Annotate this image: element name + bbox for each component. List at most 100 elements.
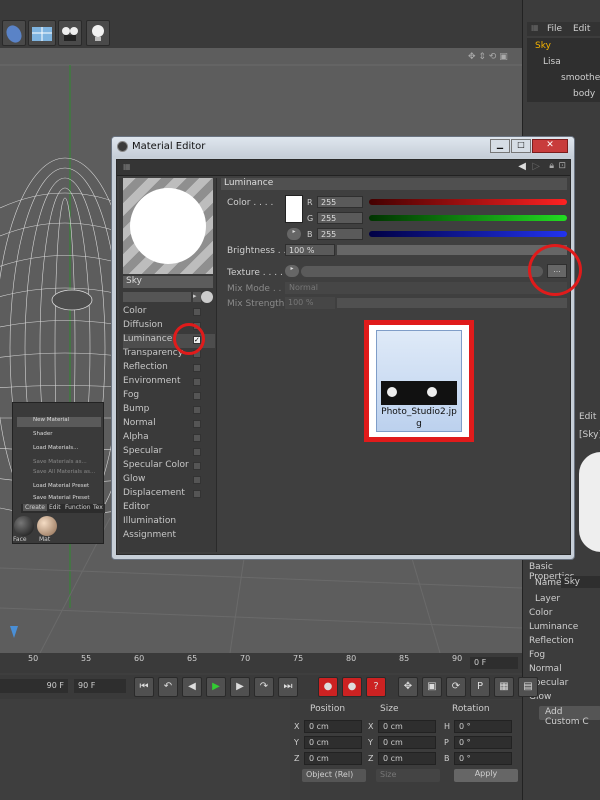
play-icon[interactable]: ▶ — [206, 677, 226, 697]
menu-file[interactable]: File — [547, 24, 562, 34]
tree-item-smoothed[interactable]: smoothed — [561, 73, 600, 83]
mix-strength-slider[interactable] — [337, 298, 567, 308]
menu-shader[interactable]: Shader — [17, 431, 101, 441]
channel-fog[interactable]: Fog — [123, 390, 215, 404]
channel-reflection[interactable]: Reflection — [123, 362, 215, 376]
color-swatch[interactable] — [285, 195, 303, 223]
forward-arrow-icon[interactable]: ▷ — [532, 161, 540, 172]
auto-key-icon[interactable]: ● — [342, 677, 362, 697]
rotation-field[interactable]: 0 ° — [454, 720, 512, 733]
b-slider[interactable] — [369, 231, 567, 237]
rotation-field[interactable]: 0 ° — [454, 752, 512, 765]
attributes-edit-menu[interactable]: Edit — [579, 412, 596, 422]
move-icon[interactable]: ✥ — [398, 677, 418, 697]
position-field[interactable]: 0 cm — [304, 736, 362, 749]
channel-checkbox[interactable] — [193, 476, 201, 484]
color-mode-button[interactable]: ▸ — [287, 228, 301, 240]
channel-glow[interactable]: Glow — [123, 474, 215, 488]
texture-menu-button[interactable]: ▸ — [285, 265, 299, 277]
close-button[interactable]: ✕ — [532, 139, 568, 153]
brightness-field[interactable]: 100 % — [285, 244, 335, 256]
minimize-button[interactable]: ▁ — [490, 139, 510, 153]
swatch-mat[interactable] — [37, 516, 57, 536]
position-field[interactable]: 0 cm — [304, 720, 362, 733]
mix-mode-select[interactable]: Normal — [285, 282, 567, 294]
channel-displacement[interactable]: Displacement — [123, 488, 215, 502]
tree-item-lisa[interactable]: Lisa — [543, 57, 561, 67]
channel-assignment[interactable]: Assignment — [123, 530, 215, 544]
scale-icon[interactable]: ▣ — [422, 677, 442, 697]
channel-specular-color[interactable]: Specular Color — [123, 460, 215, 474]
next-frame-icon[interactable]: ▶ — [230, 677, 250, 697]
channel-checkbox[interactable] — [193, 420, 201, 428]
end-frame-field-b[interactable]: 90 F — [74, 679, 126, 693]
channel-checkbox[interactable] — [193, 448, 201, 456]
channel-checkbox[interactable] — [193, 434, 201, 442]
channel-checkbox[interactable] — [193, 462, 201, 470]
coordinate-mode-select[interactable]: Object (Rel) — [302, 769, 366, 782]
channel-illumination[interactable]: Illumination — [123, 516, 215, 530]
tree-item-body[interactable]: body — [573, 89, 595, 99]
floor-tool-icon[interactable] — [28, 20, 56, 46]
primitive-tool-icon[interactable] — [2, 20, 26, 46]
size-field[interactable]: 0 cm — [378, 736, 436, 749]
help-icon[interactable]: ? — [366, 677, 386, 697]
rotation-field[interactable]: 0 ° — [454, 736, 512, 749]
camera-tool-icon[interactable] — [58, 20, 82, 46]
channel-checkbox[interactable] — [193, 308, 201, 316]
size-field[interactable]: 0 cm — [378, 720, 436, 733]
expand-arrow-icon[interactable]: ▸ — [193, 292, 201, 302]
swatch-face[interactable] — [14, 516, 34, 536]
channel-environment[interactable]: Environment — [123, 376, 215, 390]
tab-edit[interactable]: Edit — [49, 504, 61, 511]
tab-function[interactable]: Function — [65, 504, 91, 511]
first-frame-icon[interactable]: ⏮ — [134, 677, 154, 697]
texture-file-icon[interactable]: Photo_Studio2.jp g — [376, 330, 462, 432]
size-mode-select[interactable]: Size — [376, 769, 440, 782]
film-icon[interactable]: ▤ — [518, 677, 538, 697]
tab-tex[interactable]: Tex — [93, 504, 103, 511]
next-key-icon[interactable]: ↷ — [254, 677, 274, 697]
channel-editor[interactable]: Editor — [123, 502, 215, 516]
pick-icon[interactable] — [201, 291, 213, 303]
menu-new-material[interactable]: New Material — [17, 417, 101, 427]
channel-checkbox[interactable] — [193, 378, 201, 386]
prop-reflection[interactable]: Reflection — [529, 636, 574, 646]
tab-create[interactable]: Create — [23, 504, 47, 511]
timeline-ruler[interactable]: 50 55 60 65 70 75 80 85 90 0 F — [0, 653, 522, 673]
prop-luminance[interactable]: Luminance — [529, 622, 578, 632]
viewport-nav-icons[interactable]: ✥ ⇕ ⟲ ▣ — [468, 52, 508, 62]
channel-bump[interactable]: Bump — [123, 404, 215, 418]
rotate-icon[interactable]: ⟳ — [446, 677, 466, 697]
window-titlebar[interactable]: Material Editor ▁ □ ✕ — [112, 137, 574, 157]
mix-strength-field[interactable]: 100 % — [285, 297, 335, 309]
channel-checkbox[interactable] — [193, 406, 201, 414]
lock-icon[interactable]: 🔒︎ — [549, 161, 554, 171]
add-custom-button[interactable]: Add Custom C — [539, 706, 600, 727]
grid-icon[interactable]: ▦ — [494, 677, 514, 697]
size-field[interactable]: 0 cm — [378, 752, 436, 765]
channel-checkbox[interactable] — [193, 490, 201, 498]
material-name-field[interactable]: Sky — [123, 276, 213, 288]
maximize-button[interactable]: □ — [511, 139, 531, 153]
channel-specular[interactable]: Specular — [123, 446, 215, 460]
tree-item-sky[interactable]: Sky — [535, 41, 551, 51]
prop-fog[interactable]: Fog — [529, 650, 545, 660]
prop-color[interactable]: Color — [529, 608, 553, 618]
texture-field[interactable] — [301, 266, 543, 277]
expand-icon[interactable]: ⊡ — [558, 161, 566, 171]
channel-normal[interactable]: Normal — [123, 418, 215, 432]
prop-normal[interactable]: Normal — [529, 664, 562, 674]
menu-save-all-materials[interactable]: Save All Materials as... — [17, 469, 101, 479]
position-field[interactable]: 0 cm — [304, 752, 362, 765]
record-icon[interactable]: ● — [318, 677, 338, 697]
g-field[interactable]: 255 — [317, 212, 363, 224]
last-frame-icon[interactable]: ⏭ — [278, 677, 298, 697]
r-slider[interactable] — [369, 199, 567, 205]
name-field[interactable]: Sky — [561, 576, 600, 588]
param-icon[interactable]: P — [470, 677, 490, 697]
channel-checkbox[interactable] — [193, 364, 201, 372]
channel-color[interactable]: Color — [123, 306, 215, 320]
material-preview[interactable] — [123, 178, 213, 274]
channel-checkbox[interactable] — [193, 392, 201, 400]
